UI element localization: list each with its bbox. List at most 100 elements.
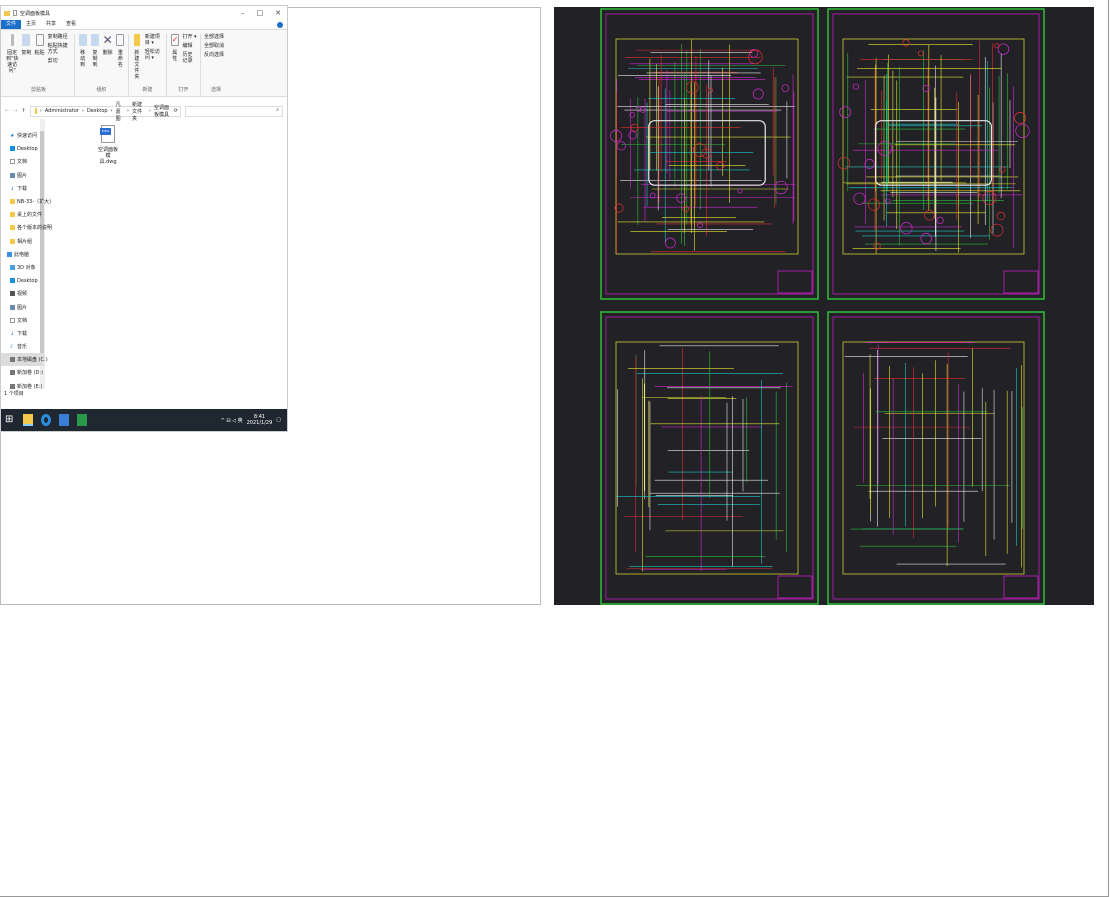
drawing-circle (924, 210, 935, 221)
up-icon[interactable]: ↑ (21, 108, 25, 114)
folder-icon (10, 238, 15, 244)
computer-icon (7, 251, 12, 257)
download-icon: ↓ (10, 185, 15, 192)
nav-item[interactable]: 本地磁盘 (C:) (1, 353, 48, 367)
search-icon: ⌕ (276, 106, 279, 113)
tab-view[interactable]: 查看 (61, 20, 81, 29)
desktop-icon (10, 146, 15, 152)
nav-item[interactable]: 图片 (1, 300, 44, 313)
nav-item[interactable]: ♪ 音乐 (1, 340, 44, 353)
clipboard-group: 固定到"快速访问" 复制 粘贴 复制路径 粘贴快捷方式 剪切 剪贴板 (3, 34, 75, 96)
move-icon (78, 34, 87, 46)
drive-icon (10, 383, 15, 389)
spreadsheet-taskbar-icon[interactable] (77, 414, 87, 426)
select-none-button[interactable]: 全部取消 (204, 43, 224, 49)
pictures-icon (10, 304, 15, 310)
refresh-icon[interactable]: ⟳ (174, 108, 180, 114)
document-icon (10, 317, 15, 323)
nav-quick-access[interactable]: ★ 快速访问 (1, 129, 44, 142)
nav-item[interactable]: NB-33-（扩大) (1, 195, 51, 208)
title-block (777, 270, 813, 294)
group-label: 打开 (178, 87, 189, 93)
tab-file[interactable]: 文件 (1, 20, 22, 29)
document-icon (10, 159, 15, 165)
tab-share[interactable]: 共享 (41, 20, 61, 29)
nav-item[interactable]: ↓ 下载 (1, 182, 44, 195)
nav-item[interactable]: 文档 (1, 314, 44, 327)
search-input[interactable]: ⌕ (185, 105, 283, 117)
document-taskbar-icon[interactable] (59, 414, 69, 426)
breadcrumb-item[interactable]: Administrator (45, 108, 79, 114)
ribbon: 固定到"快速访问" 复制 粘贴 复制路径 粘贴快捷方式 剪切 剪贴板 移动到 复制到… (1, 29, 287, 97)
nav-item[interactable]: 3D 对象 (1, 261, 44, 274)
copy-path-button[interactable]: 复制路径 (48, 34, 71, 40)
nav-item[interactable]: 视频 (1, 287, 44, 300)
nav-item[interactable]: 新加卷 (D:) (1, 366, 44, 379)
file-item[interactable]: DWG 空调面板模具.dwg (97, 125, 119, 165)
properties-check-icon: ✓ (170, 34, 179, 46)
select-all-button[interactable]: 全部选择 (204, 34, 224, 40)
nav-item[interactable]: 图片 (1, 169, 44, 182)
nav-item[interactable]: 桌上的文件 (1, 208, 44, 221)
windows-start-icon[interactable]: ⊞ (5, 414, 15, 426)
drawing-circle (708, 87, 713, 93)
nav-item[interactable]: 各个版本的说明 (1, 221, 52, 234)
tray-icons[interactable]: ^ ⊟ ◁ 英 (221, 417, 243, 424)
breadcrumb-item[interactable]: Desktop (87, 108, 108, 114)
maximize-button[interactable]: □ (257, 9, 264, 17)
new-group: 新建文件夹 新建项目 ▾ 轻松访问 ▾ 新建 (129, 34, 167, 96)
title-bar: 空调面板模具 – □ ✕ (1, 6, 287, 20)
nav-item[interactable]: ↓ 下载 (1, 327, 44, 340)
part-outline (648, 120, 766, 186)
drawing-circle (676, 193, 686, 203)
sheet-border (827, 311, 1045, 605)
star-icon: ★ (10, 133, 15, 140)
drawing-circle (781, 84, 790, 93)
nav-item[interactable]: 新加卷 (E:) (1, 380, 44, 393)
mold-outline (842, 38, 1025, 255)
nav-item[interactable]: Desktop (1, 142, 44, 155)
group-label: 选择 (210, 87, 221, 93)
file-explorer-taskbar-icon[interactable] (23, 414, 33, 426)
pin-icon (10, 34, 14, 46)
nav-item[interactable]: 文档 (1, 155, 44, 168)
address-bar[interactable]: › Administrator › Desktop › 凡嘉图 › 新建文件夹 › 空调面… (29, 102, 181, 122)
drawing-circle (867, 198, 881, 211)
minimize-button[interactable]: – (241, 9, 245, 17)
nav-item[interactable]: 相片组 (1, 235, 44, 248)
open-button[interactable]: 打开 ▾ (182, 34, 197, 40)
drawing-circle (996, 211, 1006, 221)
nav-item[interactable]: Desktop (1, 274, 44, 287)
paste-shortcut-button[interactable]: 粘贴快捷方式 (48, 43, 71, 55)
copy-to-icon (90, 34, 99, 46)
drawing-circle (900, 222, 913, 235)
nav-this-pc[interactable]: 此电脑 (1, 248, 44, 261)
clock[interactable]: 8:41 2021/1/29 (247, 414, 273, 426)
drawing-circle (635, 106, 641, 112)
easy-access-button[interactable]: 轻松访问 ▾ (145, 49, 163, 61)
edit-button[interactable]: 编辑 (182, 43, 197, 49)
help-icon[interactable] (277, 21, 283, 28)
drive-icon (10, 357, 15, 363)
new-item-button[interactable]: 新建项目 ▾ (145, 34, 163, 46)
drawing-circle (994, 43, 1000, 49)
history-button[interactable]: 历史记录 (182, 52, 197, 64)
taskbar: ⊞ ^ ⊟ ◁ 英 8:41 2021/1/29 ▢ (1, 409, 287, 431)
quick-access-toolbar-icon[interactable] (13, 10, 17, 16)
tab-home[interactable]: 主页 (21, 20, 41, 29)
back-icon[interactable]: ← (5, 108, 9, 114)
cut-button[interactable]: 剪切 (48, 58, 71, 64)
forward-icon[interactable]: → (13, 108, 17, 114)
address-bar-row: ← → ↑ › Administrator › Desktop › 凡嘉图 › 新建文件… (1, 102, 287, 122)
invert-selection-button[interactable]: 反向选择 (204, 52, 224, 58)
drawing-circle (920, 232, 932, 245)
folder-icon (4, 10, 10, 16)
close-button[interactable]: ✕ (275, 9, 281, 17)
drawing-circle (692, 143, 707, 157)
breadcrumb-item[interactable]: 空调面板模具 (154, 104, 171, 118)
delete-x-icon: ✕ (102, 33, 113, 47)
open-group: ✓ 属性 打开 ▾ 编辑 历史记录 打开 (167, 34, 201, 96)
browser-taskbar-icon[interactable] (41, 414, 51, 426)
title-block (1003, 575, 1039, 599)
notification-icon[interactable]: ▢ (276, 417, 281, 423)
